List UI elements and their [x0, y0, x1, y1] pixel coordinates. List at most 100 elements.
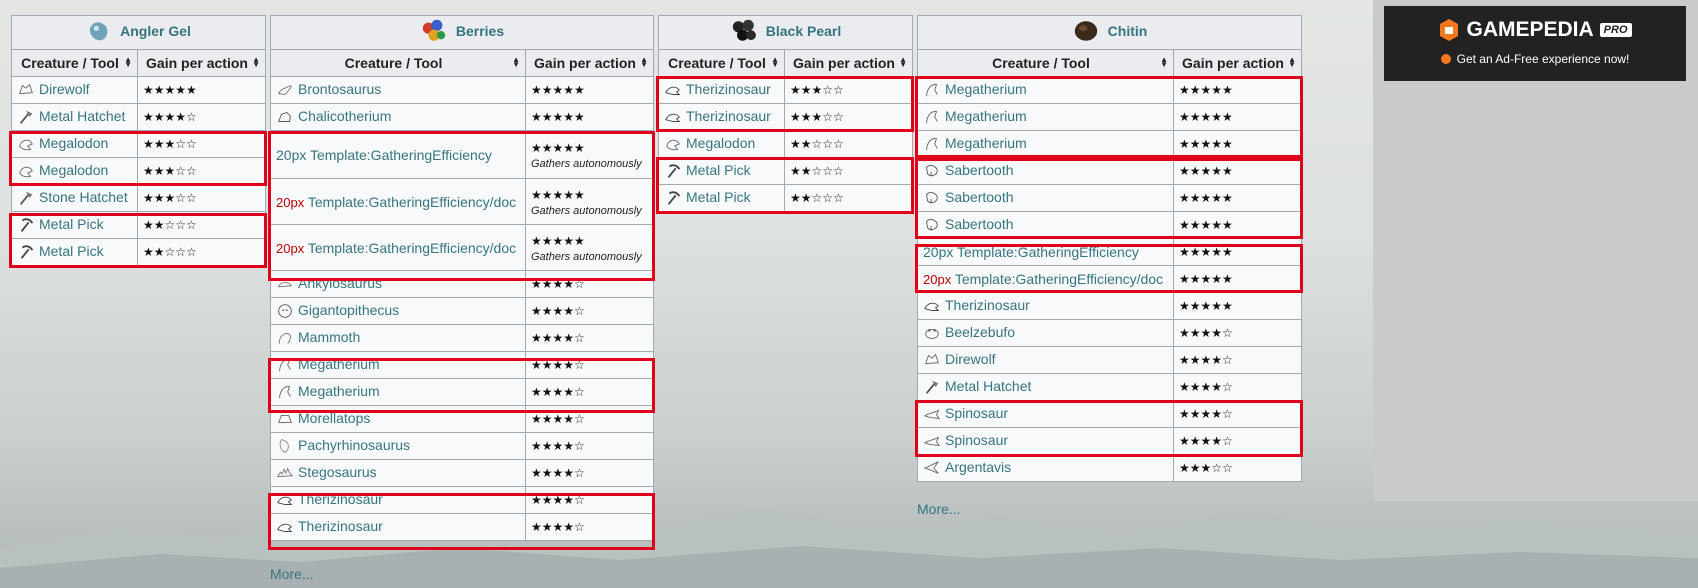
star-rating: ★★★★☆: [1173, 427, 1302, 455]
therizinosaur-icon: [277, 524, 293, 533]
table-title: Chitin: [917, 15, 1302, 50]
creature-link[interactable]: Spinosaur: [945, 432, 1008, 448]
template-link[interactable]: Template:GatheringEfficiency/doc: [308, 240, 516, 256]
creature-link[interactable]: Morellatops: [298, 410, 370, 426]
creature-link[interactable]: Metal Pick: [39, 243, 104, 259]
table-title-link[interactable]: Angler Gel: [120, 23, 191, 39]
table-row: Direwolf ★★★★★: [11, 76, 267, 104]
creature-link[interactable]: Megatherium: [298, 356, 380, 372]
star-rating: ★★★★☆: [524, 297, 655, 325]
creature-link[interactable]: Sabertooth: [945, 162, 1014, 178]
column-header-creature[interactable]: Creature / Tool ▲ ▼: [658, 49, 785, 77]
creature-link[interactable]: Megatherium: [298, 383, 380, 399]
sabertooth-icon: [926, 165, 938, 177]
creature-link[interactable]: Direwolf: [945, 351, 996, 367]
creature-link[interactable]: Metal Pick: [39, 216, 104, 232]
creature-link[interactable]: Direwolf: [39, 81, 90, 97]
table-row: Therizinosaur ★★★☆☆: [658, 103, 913, 131]
table-title: Angler Gel: [10, 15, 267, 50]
pick-icon: [667, 191, 681, 206]
table-title-link[interactable]: Black Pearl: [766, 23, 842, 39]
gathers-note: Gathers autonomously: [531, 204, 642, 217]
megalodon-icon: [666, 140, 680, 151]
hatchet-icon: [19, 191, 33, 206]
star-rating: ★★★★☆: [136, 103, 267, 131]
creature-link[interactable]: Gigantopithecus: [298, 302, 399, 318]
more-link-berries[interactable]: More...: [270, 566, 314, 582]
creature-link[interactable]: Metal Pick: [686, 162, 751, 178]
table-title-link[interactable]: Berries: [456, 23, 504, 39]
column-header-gain[interactable]: Gain per action ▲ ▼: [524, 49, 655, 77]
creature-link[interactable]: Spinosaur: [945, 405, 1008, 421]
creature-link[interactable]: Megatherium: [945, 135, 1027, 151]
creature-link[interactable]: Therizinosaur: [686, 108, 771, 124]
table-title-link[interactable]: Chitin: [1108, 23, 1148, 39]
table-black-pearl: Black Pearl Creature / Tool ▲ ▼ Gain per a…: [658, 15, 913, 212]
creature-link[interactable]: Stone Hatchet: [39, 189, 128, 205]
creature-link[interactable]: Beelzebufo: [945, 324, 1015, 340]
star-rating: ★★★★☆: [1173, 319, 1302, 347]
creature-link[interactable]: Stegosaurus: [298, 464, 377, 480]
template-link[interactable]: Template:GatheringEfficiency/doc: [955, 271, 1163, 287]
table-row: Argentavis ★★★☆☆: [917, 454, 1302, 482]
creature-link[interactable]: Metal Hatchet: [39, 108, 125, 124]
creature-link[interactable]: Metal Hatchet: [945, 378, 1031, 394]
star-rating: ★★★★☆: [524, 270, 655, 298]
column-header-gain[interactable]: Gain per action ▲ ▼: [136, 49, 267, 77]
star-rating: ★★★★☆: [1173, 346, 1302, 374]
star-rating: ★★★★★: [136, 76, 267, 104]
ad-tagline: Get an Ad-Free experience now!: [1456, 52, 1630, 66]
template-link[interactable]: Template:GatheringEfficiency/doc: [308, 194, 516, 210]
column-header-creature[interactable]: Creature / Tool ▲ ▼: [917, 49, 1174, 77]
creature-link[interactable]: Megalodon: [39, 162, 108, 178]
gigantopithecus-icon: [278, 304, 292, 319]
column-header-creature[interactable]: Creature / Tool ▲ ▼: [270, 49, 526, 77]
creature-link[interactable]: Argentavis: [945, 459, 1011, 475]
star-rating: ★★★★★: [1173, 130, 1302, 158]
creature-link[interactable]: Metal Pick: [686, 189, 751, 205]
creature-link[interactable]: Sabertooth: [945, 216, 1014, 232]
table-row: Brontosaurus ★★★★★: [270, 76, 655, 104]
creature-link[interactable]: Therizinosaur: [298, 491, 383, 507]
image-size-text: 20px: [276, 240, 305, 256]
sort-icon: ▲ ▼: [640, 55, 649, 69]
star-rating: ★★★★☆: [524, 486, 655, 514]
creature-link[interactable]: Chalicotherium: [298, 108, 391, 124]
star-rating: ★★☆☆☆: [784, 157, 913, 185]
star-rating: ★★★★☆: [524, 405, 655, 433]
creature-link[interactable]: Sabertooth: [945, 189, 1014, 205]
megalodon-icon: [19, 167, 33, 178]
table-row: Megatherium ★★★★★: [917, 130, 1302, 158]
star-rating: ★★☆☆☆: [136, 238, 267, 266]
star-rating: ★★★★★: [524, 76, 655, 104]
creature-link[interactable]: Therizinosaur: [686, 81, 771, 97]
column-header-creature[interactable]: Creature / Tool ▲ ▼: [11, 49, 138, 77]
image-size-text: 20px: [276, 146, 307, 163]
pick-icon: [667, 164, 681, 179]
creature-link[interactable]: Megatherium: [945, 81, 1027, 97]
creature-link[interactable]: Mammoth: [298, 329, 360, 345]
table-row: Stegosaurus ★★★★☆: [270, 459, 655, 487]
creature-link[interactable]: Therizinosaur: [945, 297, 1030, 313]
star-rating: ★★★★☆: [524, 459, 655, 487]
star-rating: ★★★★★: [1173, 211, 1302, 239]
column-header-gain[interactable]: Gain per action ▲ ▼: [784, 49, 913, 77]
creature-link[interactable]: Brontosaurus: [298, 81, 381, 97]
pick-icon: [20, 245, 34, 260]
column-header-gain[interactable]: Gain per action ▲ ▼: [1173, 49, 1302, 77]
star-rating: ★★☆☆☆: [136, 211, 267, 239]
sabertooth-icon: [926, 219, 938, 231]
template-link[interactable]: Template:GatheringEfficiency: [957, 244, 1139, 260]
creature-link[interactable]: Pachyrhinosaurus: [298, 437, 410, 453]
table-row: Gigantopithecus ★★★★☆: [270, 297, 655, 325]
creature-link[interactable]: Ankylosaurus: [298, 275, 382, 291]
star-rating: ★★★★★: [1173, 265, 1302, 293]
creature-link[interactable]: Megalodon: [39, 135, 108, 151]
more-link-chitin[interactable]: More...: [917, 501, 961, 517]
star-rating: ★★★★★: [1173, 238, 1302, 266]
creature-link[interactable]: Megalodon: [686, 135, 755, 151]
ad-banner[interactable]: GAMEPEDIA PRO Get an Ad-Free experience …: [1384, 6, 1686, 81]
creature-link[interactable]: Megatherium: [945, 108, 1027, 124]
creature-link[interactable]: Therizinosaur: [298, 518, 383, 534]
template-link[interactable]: Template:GatheringEfficiency: [310, 147, 492, 163]
